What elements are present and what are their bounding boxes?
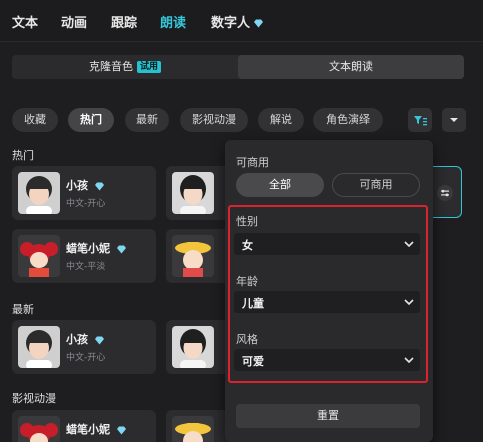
- diamond-icon: [94, 336, 104, 344]
- avatar-crayon-girl: [18, 235, 60, 277]
- selected-voice-card-edge[interactable]: [433, 166, 462, 218]
- filter-popover: 可商用 全部 可商用 性别 女 年龄 儿童 风格 可爱 重置: [225, 140, 433, 442]
- filter-hot[interactable]: 热门: [68, 108, 114, 132]
- tab-text[interactable]: 文本: [12, 12, 38, 31]
- avatar-straw-hat-girl: [172, 235, 214, 277]
- voice-card-name: 蜡笔小妮: [66, 421, 127, 437]
- text-to-speech-button[interactable]: 文本朗读: [238, 55, 464, 79]
- gender-select[interactable]: 女: [234, 233, 420, 255]
- reset-button[interactable]: 重置: [236, 404, 420, 428]
- tab-tracking[interactable]: 跟踪: [111, 12, 137, 31]
- filter-role-play[interactable]: 角色演绎: [313, 108, 383, 132]
- diamond-icon: [116, 426, 126, 434]
- avatar-crayon-girl: [18, 416, 60, 442]
- voice-card-subtitle: 中文-开心: [66, 353, 106, 363]
- tab-digital-human[interactable]: 数字人: [211, 12, 264, 31]
- voice-card-name: 蜡笔小妮: [66, 240, 127, 256]
- filter-film-anime[interactable]: 影视动漫: [180, 108, 248, 132]
- filter-icon: [414, 116, 427, 126]
- diamond-icon: [254, 19, 264, 28]
- avatar-girl: [172, 172, 214, 214]
- avatar-girl: [172, 326, 214, 368]
- commercial-only-option[interactable]: 可商用: [332, 173, 420, 197]
- style-value: 可爱: [242, 355, 264, 368]
- tts-panel: 文本 动画 跟踪 朗读 数字人 克隆音色 试用 文本朗读 收藏 热门 最新 影视动…: [0, 0, 483, 442]
- chevron-down-icon: [404, 299, 414, 306]
- age-label: 年龄: [236, 275, 258, 288]
- gender-label: 性别: [236, 215, 258, 228]
- avatar-straw-hat-girl: [172, 416, 214, 442]
- caret-down-icon: [450, 118, 458, 122]
- filter-button[interactable]: [408, 108, 432, 132]
- gender-value: 女: [242, 239, 253, 252]
- clone-voice-button[interactable]: 克隆音色 试用: [12, 55, 238, 79]
- filter-favorites[interactable]: 收藏: [12, 108, 58, 132]
- commercial-label: 可商用: [236, 156, 269, 169]
- chevron-down-icon: [404, 241, 414, 248]
- diamond-icon: [94, 182, 104, 190]
- more-filters-button[interactable]: [442, 108, 466, 132]
- section-title-latest: 最新: [12, 303, 34, 316]
- section-title-film-anime: 影视动漫: [12, 392, 56, 405]
- diamond-icon: [116, 245, 126, 253]
- tab-read-aloud[interactable]: 朗读: [160, 12, 186, 31]
- age-select[interactable]: 儿童: [234, 291, 420, 313]
- voice-card-name: 小孩: [66, 177, 105, 193]
- trial-badge: 试用: [136, 61, 161, 73]
- voice-card[interactable]: 小孩 中文-开心: [12, 166, 156, 220]
- style-label: 风格: [236, 333, 258, 346]
- commercial-all-option[interactable]: 全部: [236, 173, 324, 197]
- clone-voice-label: 克隆音色: [88, 60, 133, 73]
- avatar-child: [18, 172, 60, 214]
- voice-card-subtitle: 中文-平淡: [66, 262, 106, 272]
- settings-sliders-icon: [437, 185, 453, 201]
- age-value: 儿童: [242, 297, 264, 310]
- filter-commentary[interactable]: 解说: [258, 108, 304, 132]
- top-tab-bar: 文本 动画 跟踪 朗读 数字人: [0, 0, 483, 42]
- voice-card[interactable]: 小孩 中文-开心: [12, 320, 156, 374]
- filter-latest[interactable]: 最新: [125, 108, 169, 132]
- style-select[interactable]: 可爱: [234, 349, 420, 371]
- section-title-hot: 热门: [12, 149, 34, 162]
- voice-card[interactable]: 蜡笔小妮 中文-平淡: [12, 229, 156, 283]
- tab-digital-human-label: 数字人: [211, 16, 251, 31]
- chevron-down-icon: [404, 357, 414, 364]
- avatar-child: [18, 326, 60, 368]
- tab-animation[interactable]: 动画: [61, 12, 87, 31]
- voice-card-name: 小孩: [66, 331, 105, 347]
- voice-card[interactable]: 蜡笔小妮: [12, 410, 156, 442]
- mode-segment: 克隆音色 试用 文本朗读: [12, 55, 464, 79]
- voice-card-subtitle: 中文-开心: [66, 199, 106, 209]
